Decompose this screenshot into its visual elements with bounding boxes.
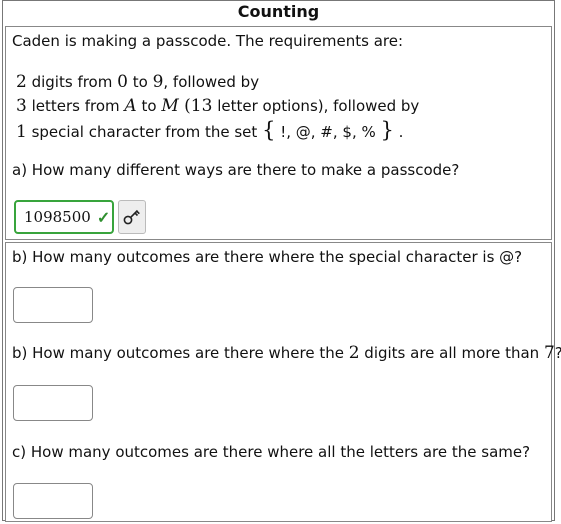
question-panel-b: b) How many outcomes are there where the… [5, 242, 561, 522]
question-a: a) How many different ways are there to … [12, 161, 460, 179]
requirement-special: 1 special character from the set { !, @,… [16, 118, 404, 142]
correct-check-icon: ✓ [96, 207, 111, 227]
question-b-digits: b) How many outcomes are there where the… [12, 343, 561, 363]
answer-b-special-input[interactable] [13, 287, 93, 323]
widget-title: Counting [237, 2, 320, 21]
answer-b-digits-input[interactable] [13, 385, 93, 421]
problem-intro: Caden is making a passcode. The requirem… [12, 32, 404, 50]
question-b-special: b) How many outcomes are there where the… [12, 248, 523, 266]
counting-widget: Counting Caden is making a passcode. The… [2, 0, 561, 522]
requirement-letters: 3 letters from A to M (13 letter options… [16, 96, 420, 116]
answer-a-field[interactable]: 1098500 ✓ [14, 200, 114, 234]
answer-a-value: 1098500 [24, 208, 91, 226]
answer-a-group: 1098500 ✓ [14, 200, 146, 234]
answer-c-input[interactable] [13, 483, 93, 519]
requirements-list: 2 digits from 0 to 9, followed by 3 lett… [16, 70, 419, 144]
key-icon [123, 209, 140, 225]
key-icon-button[interactable] [118, 200, 146, 234]
requirement-digits: 2 digits from 0 to 9, followed by [16, 72, 260, 92]
question-c: c) How many outcomes are there where all… [12, 443, 531, 461]
question-panel-a: Caden is making a passcode. The requirem… [5, 26, 552, 240]
